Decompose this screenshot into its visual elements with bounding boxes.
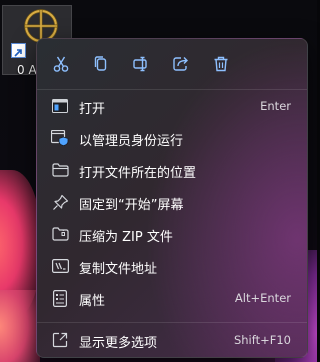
copy-icon [92,55,110,73]
delete-icon [212,55,230,73]
pin-icon [51,193,69,211]
menu-item-shortcut: Shift+F10 [233,333,291,347]
menu-divider [37,322,307,323]
context-menu: 打开 Enter 以管理员身份运行 打开文件所在的位置 固定到“开始”屏幕 压缩… [36,38,308,358]
menu-item-label: 固定到“开始”屏幕 [79,198,184,213]
menu-item-label: 属性 [79,294,106,309]
menu-item-pin-to-start[interactable]: 固定到“开始”屏幕 [41,186,303,218]
menu-item-copy-path[interactable]: 复制文件地址 [41,250,303,282]
shield-admin-icon [51,129,69,147]
cut-button[interactable] [47,50,75,78]
wallpaper-bloom-bottom-left [0,290,40,362]
copy-path-icon [51,257,69,275]
properties-icon [51,289,69,307]
folder-icon [51,161,69,179]
menu-item-shortcut: Alt+Enter [234,291,291,305]
more-options-icon [51,331,69,349]
open-app-icon [51,97,69,115]
menu-item-label: 显示更多选项 [79,336,158,351]
menu-item-open-file-location[interactable]: 打开文件所在的位置 [41,154,303,186]
menu-item-open[interactable]: 打开 Enter [41,90,303,122]
share-button[interactable] [167,50,195,78]
context-menu-toolbar [37,39,307,89]
menu-item-label: 复制文件地址 [79,262,158,277]
menu-item-label: 打开文件所在的位置 [79,166,197,181]
menu-item-shortcut: Enter [260,99,291,113]
delete-button[interactable] [207,50,235,78]
copy-button[interactable] [87,50,115,78]
menu-item-label: 压缩为 ZIP 文件 [79,230,173,245]
rename-icon [132,55,150,73]
menu-item-label: 打开 [79,102,106,117]
share-icon [172,55,190,73]
shortcut-arrow-icon [11,43,26,58]
menu-item-show-more-options[interactable]: 显示更多选项 Shift+F10 [41,324,303,356]
menu-item-properties[interactable]: 属性 Alt+Enter [41,282,303,314]
menu-item-run-as-admin[interactable]: 以管理员身份运行 [41,122,303,154]
cut-icon [52,55,70,73]
desktop-icon-label: 0 A [17,63,37,77]
rename-button[interactable] [127,50,155,78]
zip-folder-icon [51,225,69,243]
menu-item-compress-zip[interactable]: 压缩为 ZIP 文件 [41,218,303,250]
menu-item-label: 以管理员身份运行 [79,134,184,149]
